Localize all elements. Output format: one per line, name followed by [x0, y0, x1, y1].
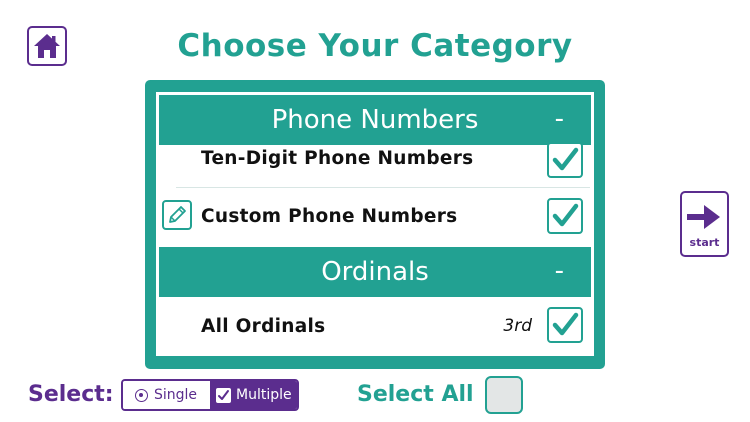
- select-all-checkbox[interactable]: [485, 376, 523, 414]
- selection-mode-toggle[interactable]: Single Multiple: [121, 379, 299, 411]
- item-label: Custom Phone Numbers: [201, 206, 458, 227]
- checkmark-icon: [552, 147, 579, 171]
- checkmark-icon: [218, 389, 229, 400]
- arrow-right-icon: [687, 205, 720, 229]
- pencil-icon: [169, 206, 186, 223]
- page-title: Choose Your Category: [177, 28, 573, 64]
- item-label: Ten-Digit Phone Numbers: [201, 148, 474, 169]
- list-item-ten-digit[interactable]: Ten-Digit Phone Numbers: [158, 135, 592, 185]
- collapse-toggle[interactable]: -: [555, 256, 564, 286]
- radio-icon: [135, 388, 148, 402]
- item-label: All Ordinals: [201, 316, 326, 337]
- start-label: start: [689, 236, 720, 249]
- category-label: Ordinals: [321, 257, 429, 287]
- category-panel: Phone Numbers - Ten-Digit Phone Numbers …: [145, 80, 605, 369]
- checkmark-icon: [552, 203, 579, 227]
- single-label: Single: [154, 387, 198, 403]
- category-list[interactable]: Phone Numbers - Ten-Digit Phone Numbers …: [156, 92, 594, 356]
- divider: [176, 187, 590, 188]
- item-checkbox[interactable]: [547, 142, 583, 178]
- ordinal-value: 3rd: [503, 316, 532, 336]
- single-option[interactable]: Single: [123, 381, 210, 409]
- select-mode-label: Select:: [28, 382, 114, 407]
- collapse-toggle[interactable]: -: [555, 104, 564, 134]
- checkmark-icon: [552, 312, 579, 336]
- select-all-label: Select All: [357, 382, 474, 407]
- edit-button[interactable]: [162, 200, 192, 230]
- list-item-all-ordinals[interactable]: All Ordinals 3rd: [158, 302, 592, 352]
- list-item-custom[interactable]: Custom Phone Numbers: [158, 192, 592, 242]
- category-label: Phone Numbers: [271, 105, 479, 135]
- item-checkbox[interactable]: [547, 307, 583, 343]
- category-header-ordinals[interactable]: Ordinals -: [158, 247, 592, 297]
- multiple-option[interactable]: Multiple: [210, 381, 297, 409]
- start-button[interactable]: start: [680, 191, 729, 257]
- checkbox-icon: [216, 387, 231, 403]
- item-checkbox[interactable]: [547, 198, 583, 234]
- multiple-label: Multiple: [236, 387, 292, 403]
